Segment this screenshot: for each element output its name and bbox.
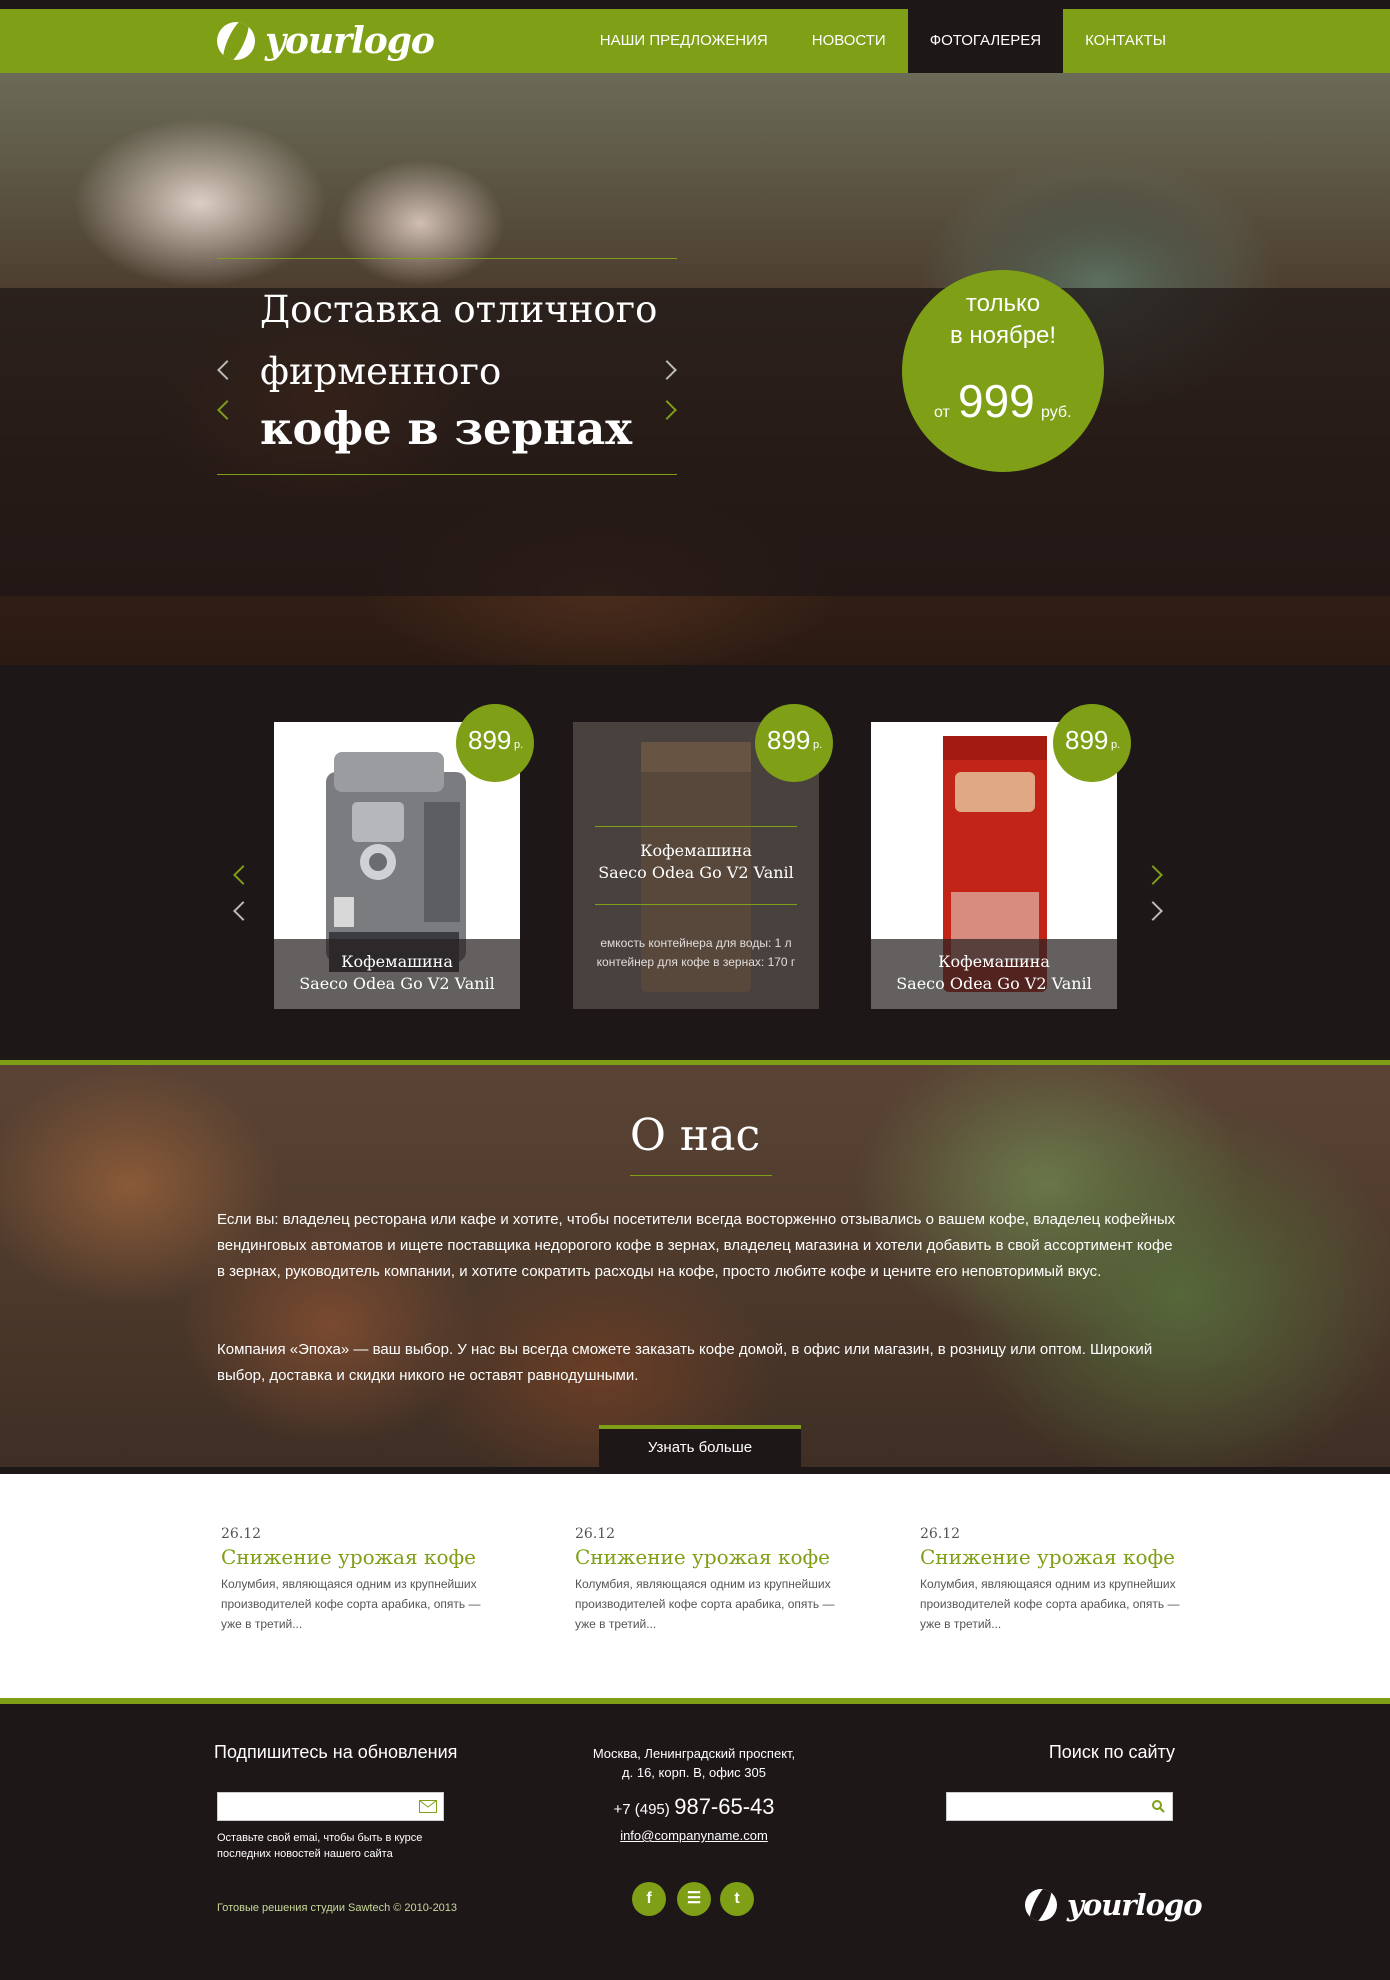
news-item[interactable]: 26.12 Снижение урожая кофе Колумбия, явл… bbox=[575, 1526, 845, 1634]
news-excerpt: Колумбия, являющаяся одним из крупнейших… bbox=[575, 1577, 835, 1631]
copyright: Готовые решения студии Sawtech © 2010-20… bbox=[217, 1902, 458, 1914]
top-strip bbox=[0, 0, 1390, 9]
footer: Подпишитесь на обновления Оставьте свой … bbox=[0, 1704, 1390, 1980]
learn-more-button[interactable]: Узнать больше bbox=[599, 1425, 801, 1467]
promo-currency: руб. bbox=[1041, 404, 1072, 421]
site-search-input[interactable] bbox=[946, 1792, 1173, 1821]
product-caption: Кофемашина Saeco Odea Go V2 Vanil bbox=[274, 939, 520, 1009]
news-date: 26.12 bbox=[221, 1526, 262, 1542]
product-name: Кофемашина Saeco Odea Go V2 Vanil bbox=[573, 840, 819, 884]
products-next-icon[interactable] bbox=[1143, 901, 1163, 921]
nav-news[interactable]: НОВОСТИ bbox=[790, 9, 908, 73]
card-divider-top bbox=[595, 826, 797, 827]
hero-divider-top bbox=[217, 258, 677, 259]
hero-divider-bottom bbox=[217, 474, 677, 475]
products-next-hover-icon bbox=[1143, 865, 1163, 885]
footer-logo[interactable]: yourlogo bbox=[1025, 1888, 1203, 1922]
nav-gallery[interactable]: ФОТОГАЛЕРЕЯ bbox=[907, 9, 1064, 73]
footer-logo-text: yourlogo bbox=[1067, 1888, 1203, 1922]
price-badge: 899 р. bbox=[456, 704, 534, 782]
price-value: 899 bbox=[1065, 725, 1109, 755]
search-title: Поиск по сайту bbox=[1048, 1742, 1175, 1762]
news-date: 26.12 bbox=[575, 1526, 616, 1542]
products-carousel: Кофемашина Saeco Odea Go V2 Vanil 899 р.… bbox=[0, 665, 1390, 1060]
about-paragraph-1: Если вы: владелец ресторана или кафе и х… bbox=[217, 1211, 1176, 1280]
subscribe-note: Оставьте свой emai, чтобы быть в курсе п… bbox=[217, 1832, 423, 1860]
about-bottom-bar bbox=[0, 1467, 1390, 1474]
coffee-bean-icon bbox=[217, 22, 255, 60]
price-badge: 899 р. bbox=[1053, 704, 1131, 782]
news-title-link[interactable]: Снижение урожая кофе bbox=[221, 1545, 491, 1569]
phone: +7 (495) 987-65-43 bbox=[568, 1794, 820, 1820]
phone-prefix: +7 (495) bbox=[613, 1801, 670, 1818]
hero-title-line1: Доставка отличного bbox=[260, 288, 658, 331]
news-excerpt: Колумбия, являющаяся одним из крупнейших… bbox=[221, 1577, 481, 1631]
promo-line1: только bbox=[965, 290, 1041, 317]
products-prev-icon[interactable] bbox=[233, 901, 253, 921]
promo-badge: только в ноябре! от 999 руб. bbox=[902, 270, 1104, 472]
price-value: 899 bbox=[767, 725, 811, 755]
product-name-line2: Saeco Odea Go V2 Vanil bbox=[598, 863, 794, 882]
email-link[interactable]: info@companyname.com bbox=[568, 1828, 820, 1843]
product-name-line1: Кофемашина bbox=[938, 952, 1050, 971]
search-icon[interactable] bbox=[1152, 1800, 1165, 1813]
price-currency: р. bbox=[813, 739, 823, 751]
about-paragraph-2: Компания «Эпоха» — ваш выбор. У нас вы в… bbox=[217, 1341, 1153, 1384]
product-name-line1: Кофемашина bbox=[640, 841, 752, 860]
hero-banner: Доставка отличного фирменного кофе в зер… bbox=[0, 73, 1390, 665]
promo-from: от bbox=[934, 404, 950, 421]
subscribe-email-input[interactable] bbox=[217, 1792, 444, 1821]
price-badge: 899 р. bbox=[755, 704, 833, 782]
rss-icon[interactable]: ☰ bbox=[677, 1882, 711, 1916]
logo-text: yourlogo bbox=[265, 20, 435, 62]
about-section: О нас Если вы: владелец ресторана или ка… bbox=[0, 1065, 1390, 1467]
price-value: 899 bbox=[468, 725, 512, 755]
header: yourlogo НАШИ ПРЕДЛОЖЕНИЯ НОВОСТИ ФОТОГА… bbox=[0, 9, 1390, 73]
product-name-line1: Кофемашина bbox=[341, 952, 453, 971]
news-section: 26.12 Снижение урожая кофе Колумбия, явл… bbox=[0, 1474, 1390, 1698]
product-spec-water: емкость контейнера для воды: 1 л bbox=[600, 936, 792, 950]
phone-number: 987-65-43 bbox=[674, 1794, 775, 1819]
address: Москва, Ленинградский проспект, д. 16, к… bbox=[568, 1744, 820, 1782]
address-line1: Москва, Ленинградский проспект, bbox=[592, 1746, 796, 1761]
twitter-icon[interactable]: t bbox=[720, 1882, 754, 1916]
main-nav: НАШИ ПРЕДЛОЖЕНИЯ НОВОСТИ ФОТОГАЛЕРЕЯ КОН… bbox=[578, 9, 1390, 73]
coffee-bean-icon bbox=[1025, 1889, 1057, 1921]
news-item[interactable]: 26.12 Снижение урожая кофе Колумбия, явл… bbox=[920, 1526, 1190, 1634]
subscribe-title: Подпишитесь на обновления bbox=[214, 1742, 458, 1762]
hero-overlay bbox=[0, 288, 1390, 596]
hero-title-line3: кофе в зернах bbox=[260, 402, 633, 455]
nav-offers[interactable]: НАШИ ПРЕДЛОЖЕНИЯ bbox=[578, 9, 790, 73]
news-date: 26.12 bbox=[920, 1526, 961, 1542]
price-currency: р. bbox=[514, 739, 524, 751]
nav-contacts[interactable]: КОНТАКТЫ bbox=[1063, 9, 1390, 73]
facebook-icon[interactable]: f bbox=[632, 1882, 666, 1916]
product-name-line2: Saeco Odea Go V2 Vanil bbox=[896, 974, 1092, 993]
card-divider-bottom bbox=[595, 904, 797, 905]
news-excerpt: Колумбия, являющаяся одним из крупнейших… bbox=[920, 1577, 1180, 1631]
product-name-line2: Saeco Odea Go V2 Vanil bbox=[299, 974, 495, 993]
promo-price: 999 bbox=[958, 375, 1035, 427]
product-specs: емкость контейнера для воды: 1 л контейн… bbox=[573, 934, 819, 972]
promo-line2: в ноябре! bbox=[949, 322, 1057, 349]
product-caption: Кофемашина Saeco Odea Go V2 Vanil bbox=[871, 939, 1117, 1009]
product-spec-beans: контейнер для кофе в зернах: 170 г bbox=[596, 955, 796, 969]
products-prev-hover-icon bbox=[233, 865, 253, 885]
address-line2: д. 16, корп. В, офис 305 bbox=[622, 1765, 766, 1780]
envelope-icon[interactable] bbox=[419, 1800, 437, 1813]
logo[interactable]: yourlogo bbox=[217, 20, 435, 62]
news-item[interactable]: 26.12 Снижение урожая кофе Колумбия, явл… bbox=[221, 1526, 491, 1634]
news-title-link[interactable]: Снижение урожая кофе bbox=[575, 1545, 845, 1569]
price-currency: р. bbox=[1111, 739, 1121, 751]
news-title-link[interactable]: Снижение урожая кофе bbox=[920, 1545, 1190, 1569]
about-title: О нас bbox=[629, 1110, 761, 1161]
about-underline bbox=[630, 1175, 772, 1176]
hero-title-line2: фирменного bbox=[260, 350, 502, 393]
